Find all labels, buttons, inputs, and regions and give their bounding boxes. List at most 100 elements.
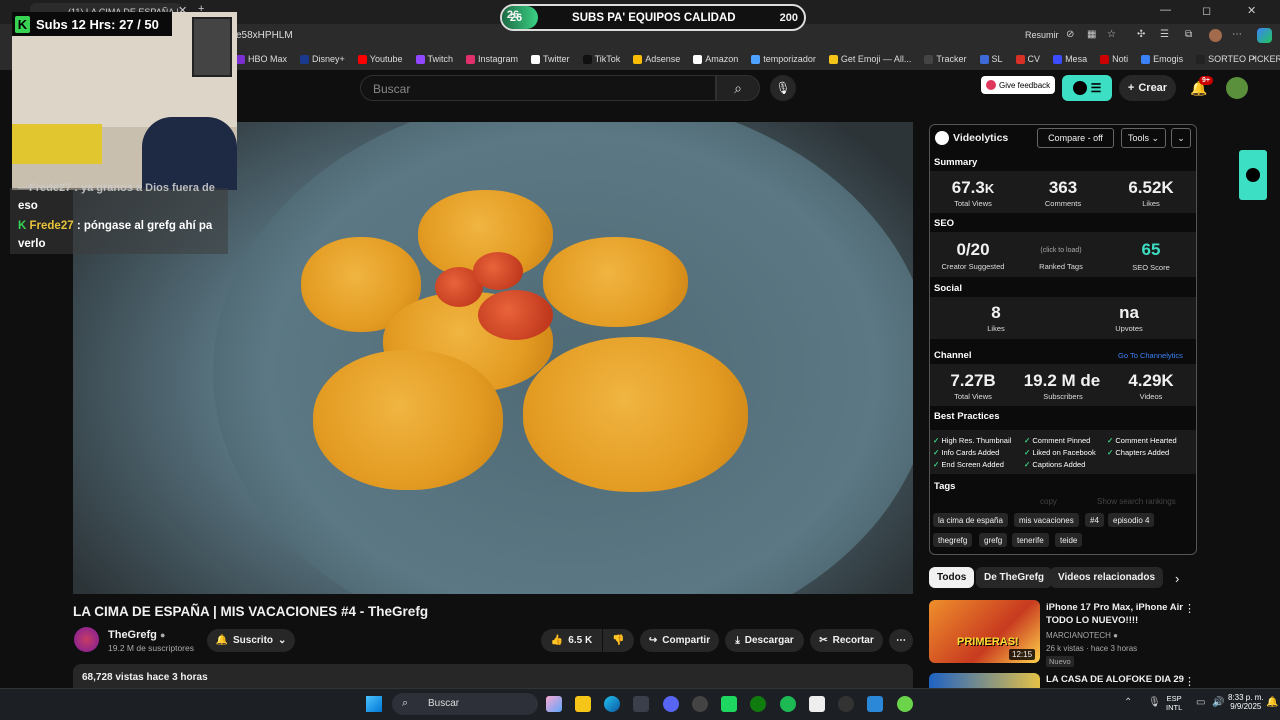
- network-icon[interactable]: ▭: [1196, 697, 1205, 708]
- taskbar-clock[interactable]: 8:33 p. m. 9/9/2025: [1228, 693, 1264, 711]
- tag-chip[interactable]: tenerife: [1012, 533, 1049, 547]
- related-title[interactable]: LA CASA DE ALOFOKE DIA 29: [1046, 674, 1184, 685]
- videolytics-button[interactable]: ☰: [1062, 75, 1112, 101]
- related-thumbnail[interactable]: [929, 673, 1040, 689]
- volume-icon[interactable]: 🔊: [1212, 697, 1224, 708]
- notepad-icon[interactable]: [867, 696, 883, 712]
- chip-todos[interactable]: Todos: [929, 567, 975, 588]
- chip-de-thegrefg[interactable]: De TheGrefg: [976, 567, 1053, 588]
- tag-chip[interactable]: teide: [1055, 533, 1083, 547]
- copilot-icon[interactable]: [1257, 28, 1272, 43]
- tag-chip[interactable]: mis vacaciones: [1014, 513, 1079, 527]
- language-indicator[interactable]: ESP INTL: [1166, 694, 1182, 712]
- channelytics-link[interactable]: Go To Channelytics: [1118, 351, 1183, 360]
- chatgpt-icon[interactable]: [838, 696, 854, 712]
- whatsapp-icon[interactable]: [721, 696, 737, 712]
- file-explorer-icon[interactable]: [575, 696, 591, 712]
- bookmark-item[interactable]: Tracker: [924, 54, 967, 64]
- bookmark-item[interactable]: Get Emoji — All...: [828, 54, 911, 64]
- search-input[interactable]: Buscar: [360, 75, 716, 101]
- tag-chip[interactable]: episodio 4: [1108, 513, 1155, 527]
- like-button[interactable]: 👍 6.5 K: [541, 629, 602, 652]
- related-more-icon[interactable]: ⋮: [1184, 602, 1195, 615]
- discord-icon[interactable]: [663, 696, 679, 712]
- extensions-icon[interactable]: ✣: [1137, 29, 1145, 40]
- bookmark-item[interactable]: HBO Max: [236, 54, 287, 64]
- seo-click-to-load[interactable]: (click to load): [1021, 247, 1101, 254]
- channel-avatar[interactable]: [74, 627, 99, 652]
- obs-icon[interactable]: [692, 696, 708, 712]
- videolytics-side-toggle[interactable]: [1239, 150, 1267, 200]
- split-icon[interactable]: ▦: [1087, 29, 1096, 40]
- notifications-icon[interactable]: 🔔: [1266, 697, 1278, 708]
- url-text[interactable]: e58xHPHLM: [236, 30, 293, 41]
- chip-videos-relacionados[interactable]: Videos relacionados: [1050, 567, 1164, 588]
- create-button[interactable]: + Crear: [1119, 75, 1176, 101]
- xbox-icon[interactable]: [750, 696, 766, 712]
- search-icon[interactable]: ⌕: [716, 75, 760, 101]
- bookmark-item[interactable]: Mesa: [1053, 54, 1087, 64]
- bookmark-item[interactable]: SL: [979, 54, 1003, 64]
- mic-icon[interactable]: 🎙: [770, 75, 796, 101]
- bookmark-item[interactable]: Twitter: [531, 54, 570, 64]
- store-icon[interactable]: [633, 696, 649, 712]
- bookmark-item[interactable]: temporizador: [751, 54, 816, 64]
- related-channel-name[interactable]: MARCIANOTECH: [1046, 631, 1111, 640]
- close-window-icon[interactable]: ✕: [1247, 4, 1256, 17]
- chevron-right-icon[interactable]: ›: [1175, 571, 1179, 586]
- capcut-icon[interactable]: [809, 696, 825, 712]
- bookmark-item[interactable]: Instagram: [466, 54, 518, 64]
- related-thumbnail[interactable]: PRIMERAS! 12:15: [929, 600, 1040, 663]
- more-actions-button[interactable]: ⋯: [889, 629, 913, 652]
- related-title[interactable]: iPhone 17 Pro Max, iPhone Air: [1046, 602, 1183, 613]
- bookmark-item[interactable]: Adsense: [633, 54, 680, 64]
- bookmarks-more-icon[interactable]: ›: [1252, 52, 1256, 64]
- download-button[interactable]: ⤓ Descargar: [725, 629, 804, 652]
- profile-icon[interactable]: [1209, 29, 1222, 42]
- minimize-icon[interactable]: —: [1160, 4, 1171, 16]
- tag-chip[interactable]: thegrefg: [933, 533, 973, 547]
- show-rankings-button[interactable]: Show search rankings: [1097, 497, 1176, 506]
- subscribed-button[interactable]: 🔔 Suscrito ⌄: [207, 629, 295, 652]
- bookmark-item[interactable]: Emogis: [1141, 54, 1183, 64]
- dislike-button[interactable]: 👎: [603, 629, 634, 652]
- bookmark-item[interactable]: Noti: [1100, 54, 1128, 64]
- copilot-icon[interactable]: [546, 696, 562, 712]
- channel-name[interactable]: TheGrefg ●: [108, 629, 165, 641]
- related-title-2[interactable]: TODO LO NUEVO!!!!: [1046, 615, 1138, 626]
- copy-tags-button[interactable]: copy: [1040, 497, 1057, 506]
- tag-chip[interactable]: #4: [1085, 513, 1104, 527]
- compare-button[interactable]: Compare - off: [1037, 128, 1114, 148]
- clip-button[interactable]: ✂ Recortar: [810, 629, 883, 652]
- bookmark-item[interactable]: CV: [1015, 54, 1040, 64]
- bookmark-item[interactable]: Disney+: [300, 54, 345, 64]
- windows-start-icon[interactable]: [366, 696, 382, 712]
- favorites-icon[interactable]: ☰: [1160, 29, 1169, 40]
- share-button[interactable]: ↪ Compartir: [640, 629, 719, 652]
- favorite-icon[interactable]: ☆: [1107, 29, 1116, 40]
- extension-icon[interactable]: ⊘: [1066, 29, 1074, 40]
- taskbar-search[interactable]: Buscar: [392, 693, 538, 715]
- resumir-button[interactable]: Resumir: [1025, 30, 1059, 40]
- tag-chip[interactable]: grefg: [979, 533, 1008, 547]
- tag-chip[interactable]: la cima de españa: [933, 513, 1008, 527]
- more-icon[interactable]: ⋯: [1232, 29, 1242, 40]
- maximize-icon[interactable]: ◻: [1202, 4, 1211, 17]
- tray-chevron-icon[interactable]: ⌃: [1124, 697, 1132, 708]
- bookmark-item[interactable]: Amazon: [693, 54, 738, 64]
- collections-icon[interactable]: ⧉: [1185, 29, 1192, 40]
- give-feedback-button[interactable]: Give feedback: [981, 76, 1055, 94]
- bp-label: Chapters Added: [1115, 448, 1170, 457]
- bookmark-item[interactable]: Twitch: [415, 54, 453, 64]
- bookmark-item[interactable]: Youtube: [357, 54, 403, 64]
- collapse-icon[interactable]: ⌄: [1171, 128, 1191, 148]
- edge-icon[interactable]: [604, 696, 620, 712]
- bookmark-item[interactable]: SORTEO PICKER: [1196, 54, 1280, 64]
- bookmark-item[interactable]: TikTok: [582, 54, 620, 64]
- app-icon[interactable]: [897, 696, 913, 712]
- tools-button[interactable]: Tools ⌄: [1121, 128, 1166, 148]
- spotify-icon[interactable]: [780, 696, 796, 712]
- avatar[interactable]: [1226, 77, 1248, 99]
- related-more-icon[interactable]: ⋮: [1184, 675, 1195, 688]
- tray-mic-icon[interactable]: 🎙: [1148, 697, 1161, 708]
